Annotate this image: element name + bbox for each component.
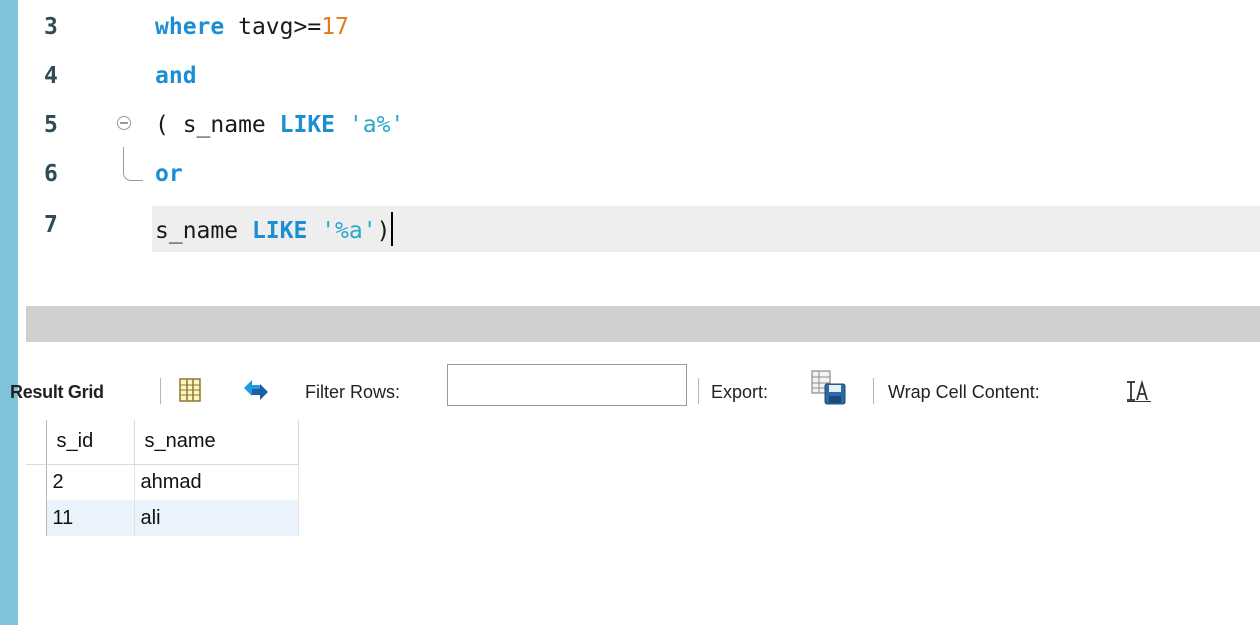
- code-token-kw: LIKE: [279, 112, 336, 138]
- panel-splitter[interactable]: [26, 306, 1260, 342]
- wrap-text-icon[interactable]: [1126, 380, 1152, 402]
- table-cell[interactable]: 2: [46, 464, 135, 500]
- row-header-cell[interactable]: [26, 500, 47, 536]
- toolbar-separator: [873, 378, 874, 404]
- code-text: ( s_name LIKE 'a%': [155, 112, 404, 138]
- code-token-op: ): [376, 218, 391, 244]
- code-token-op: tavg>=: [224, 14, 322, 40]
- code-token-kw: where: [155, 14, 225, 40]
- export-label: Export:: [711, 382, 769, 402]
- refresh-icon[interactable]: [242, 378, 270, 402]
- sql-editor[interactable]: 3 where tavg>=17 4 and 5 ( s_name LIKE 'a%' 6 o…: [18, 0, 1260, 290]
- code-token-num: 17: [321, 14, 349, 40]
- code-line[interactable]: 3 where tavg>=17: [18, 6, 1260, 54]
- code-token-op: ( s_name: [155, 112, 280, 138]
- code-token-op: [335, 112, 349, 138]
- row-header-corner: [26, 420, 47, 465]
- line-number: 5: [44, 112, 58, 138]
- column-header[interactable]: s_id: [46, 420, 135, 465]
- result-grid-table[interactable]: s_id s_name 2 ahmad 11 ali: [26, 420, 299, 536]
- code-line[interactable]: 6 or: [18, 153, 1260, 201]
- code-text: where tavg>=17: [155, 14, 349, 40]
- workbench-window: 3 where tavg>=17 4 and 5 ( s_name LIKE 'a%' 6 o…: [0, 0, 1260, 625]
- row-header-cell[interactable]: [26, 464, 47, 500]
- code-token-kw: or: [155, 161, 183, 187]
- line-number: 4: [44, 63, 58, 89]
- line-number: 6: [44, 161, 58, 187]
- code-line[interactable]: 5 ( s_name LIKE 'a%': [18, 104, 1260, 152]
- table-cell[interactable]: 11: [46, 500, 135, 536]
- code-token-op: [307, 218, 321, 244]
- toolbar-separator: [160, 378, 161, 404]
- filter-rows-input[interactable]: [447, 364, 687, 406]
- code-token-op: s_name: [155, 218, 252, 244]
- line-number: 7: [44, 212, 58, 238]
- code-text: s_name LIKE '%a'): [155, 212, 394, 246]
- table-row[interactable]: 11 ali: [26, 500, 299, 536]
- grid-layout-icon[interactable]: [179, 378, 201, 402]
- code-token-kw: and: [155, 63, 197, 89]
- left-edge-strip: [0, 0, 18, 625]
- table-cell[interactable]: ali: [134, 500, 299, 536]
- export-save-icon[interactable]: [811, 370, 847, 406]
- column-header[interactable]: s_name: [134, 420, 299, 465]
- code-token-kw: LIKE: [251, 218, 308, 244]
- wrap-cell-content-label: Wrap Cell Content:: [888, 382, 1040, 402]
- code-token-str: 'a%': [348, 112, 405, 138]
- toolbar-separator: [698, 378, 699, 404]
- code-text: or: [155, 161, 183, 187]
- filter-rows-label: Filter Rows:: [305, 382, 401, 402]
- code-text: and: [155, 63, 197, 89]
- code-line[interactable]: 7 s_name LIKE '%a'): [18, 204, 1260, 252]
- result-toolbar: Result Grid Filter Rows: Export: Wrap Ce…: [0, 360, 1260, 416]
- code-token-str: '%a': [321, 218, 377, 244]
- table-header-row: s_id s_name: [26, 420, 299, 465]
- table-row[interactable]: 2 ahmad: [26, 464, 299, 500]
- result-grid-tab[interactable]: Result Grid: [10, 382, 104, 403]
- collapse-fold-icon[interactable]: [117, 116, 131, 130]
- text-cursor: [391, 212, 394, 246]
- line-number: 3: [44, 14, 58, 40]
- table-cell[interactable]: ahmad: [134, 464, 299, 500]
- code-line[interactable]: 4 and: [18, 55, 1260, 103]
